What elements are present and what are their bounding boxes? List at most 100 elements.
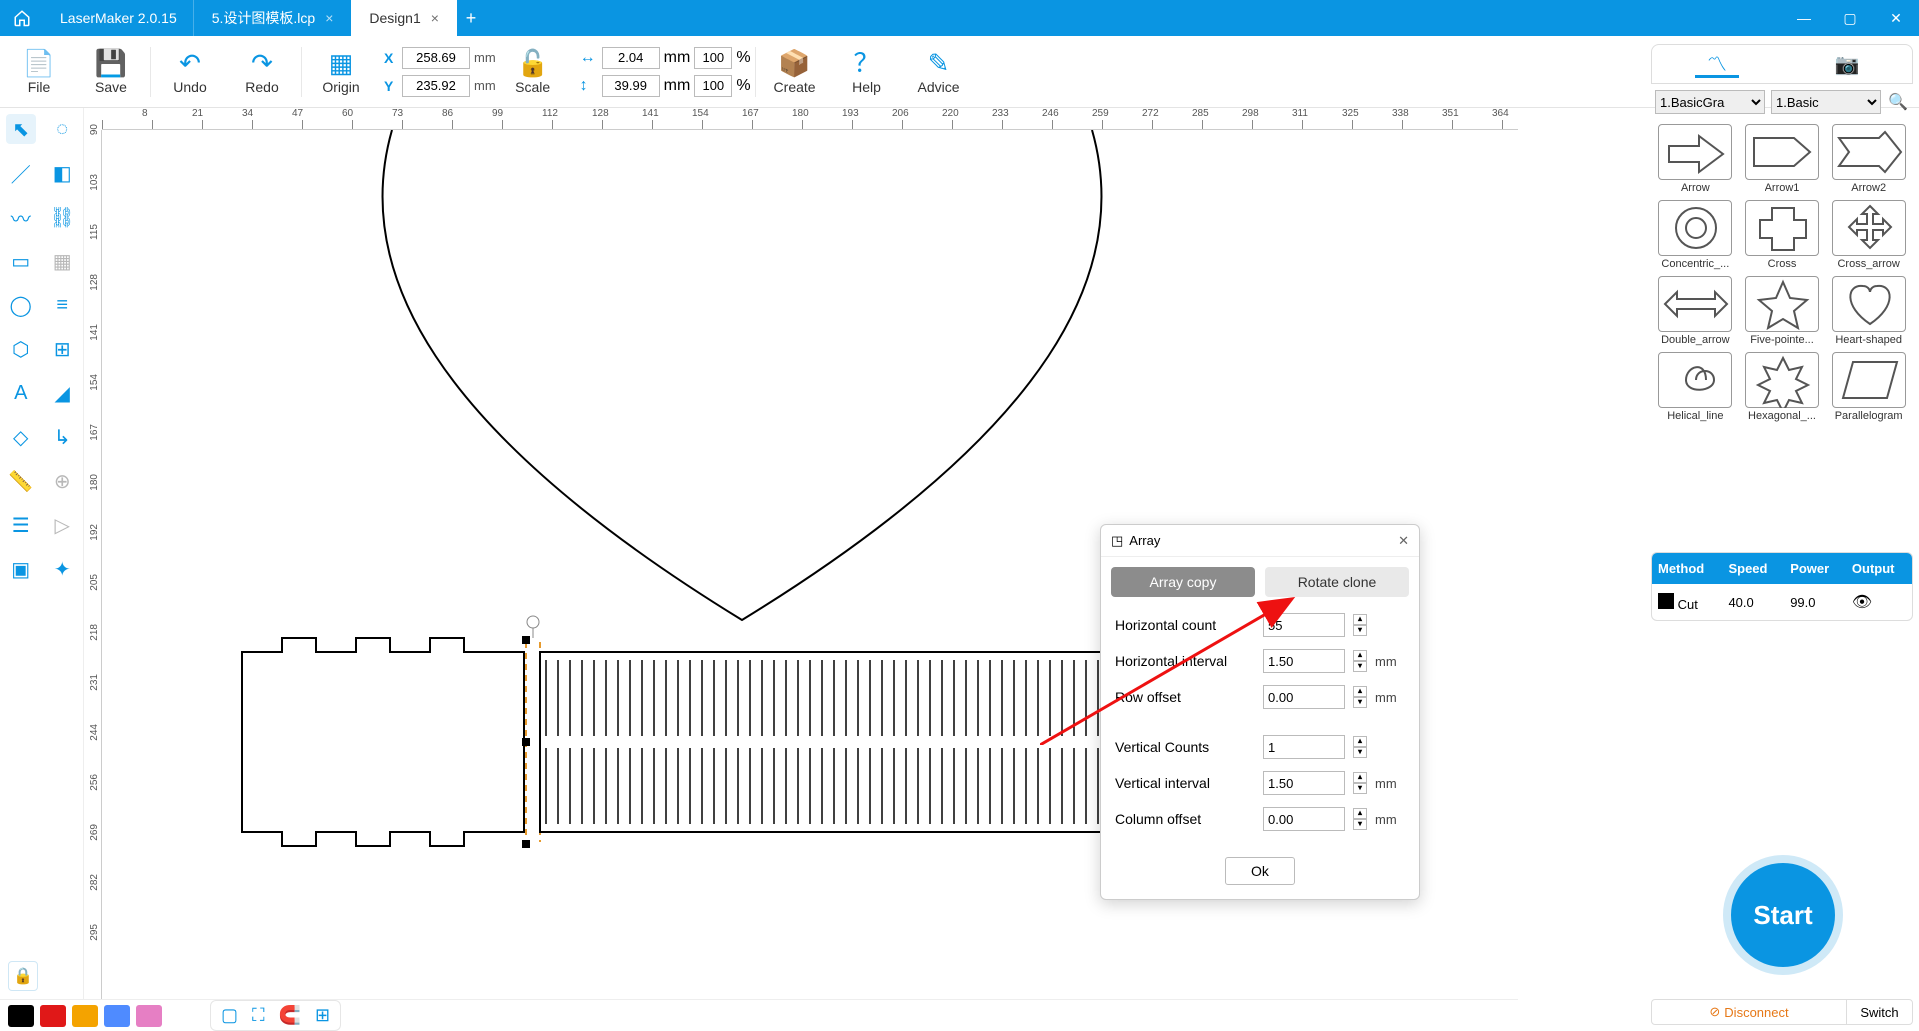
tab-template[interactable]: 5.设计图模板.lcp × [194, 0, 352, 36]
polygon-tool[interactable]: ⬡ [6, 334, 36, 364]
close-button[interactable]: ✕ [1873, 0, 1919, 36]
width-input[interactable] [602, 47, 660, 69]
search-icon[interactable]: 🔍 [1887, 91, 1909, 113]
start-button[interactable]: Start [1723, 855, 1843, 975]
shape-arrow[interactable]: Arrow [1655, 124, 1736, 194]
layers-tool[interactable]: ☰ [6, 510, 36, 540]
color-swatch[interactable] [72, 1005, 98, 1027]
break-tool[interactable]: ⛓ [47, 202, 77, 232]
roff-input[interactable] [1263, 685, 1345, 709]
shape-helical_line[interactable]: Helical_line [1655, 352, 1736, 422]
shape-concentric_...[interactable]: Concentric_... [1655, 200, 1736, 270]
hcount-label: Horizontal count [1115, 617, 1255, 633]
switch-button[interactable]: Switch [1846, 1000, 1912, 1024]
origin-button[interactable]: ▦Origin [306, 39, 376, 105]
select-tool[interactable]: ⬉ [6, 114, 36, 144]
height-pct-input[interactable] [694, 75, 732, 97]
lock-button[interactable]: 🔒 [8, 961, 38, 991]
roff-spinner[interactable]: ▴▾ [1353, 686, 1367, 708]
file-button[interactable]: 📄File [4, 39, 74, 105]
vcount-spinner[interactable]: ▴▾ [1353, 736, 1367, 758]
color-swatch[interactable] [104, 1005, 130, 1027]
shape-cross[interactable]: Cross [1742, 200, 1823, 270]
hcount-spinner[interactable]: ▴▾ [1353, 614, 1367, 636]
home-icon[interactable] [0, 0, 44, 36]
shape-parallelogram[interactable]: Parallelogram [1828, 352, 1909, 422]
line-tool[interactable]: ／ [6, 158, 36, 188]
shape-heart-shaped[interactable]: Heart-shaped [1828, 276, 1909, 346]
hint-input[interactable] [1263, 649, 1345, 673]
minimize-button[interactable]: — [1781, 0, 1827, 36]
category-1-select[interactable]: 1.BasicGra [1655, 90, 1765, 114]
grid-icon[interactable]: ⊞ [315, 1005, 330, 1026]
rect-tool[interactable]: ▭ [6, 246, 36, 276]
shape-arrow1[interactable]: Arrow1 [1742, 124, 1823, 194]
undo-button[interactable]: ↶Undo [155, 39, 225, 105]
shape-five-pointe...[interactable]: Five-pointe... [1742, 276, 1823, 346]
boolean-tool[interactable]: ⊕ [47, 466, 77, 496]
redo-button[interactable]: ↷Redo [227, 39, 297, 105]
color-swatch[interactable] [8, 1005, 34, 1027]
align-tool[interactable]: ≡ [47, 290, 77, 320]
advice-button[interactable]: ✎Advice [904, 39, 974, 105]
help-button[interactable]: ？Help [832, 39, 902, 105]
add-tab-button[interactable]: + [457, 8, 485, 29]
curve-tool[interactable]: 〰 [6, 202, 36, 232]
path-tool[interactable]: ↳ [47, 422, 77, 452]
coff-input[interactable] [1263, 807, 1345, 831]
tab-rotate-clone[interactable]: Rotate clone [1265, 567, 1409, 597]
size-inputs: ↔mm% ↕mm% [580, 47, 751, 97]
dialog-close-icon[interactable]: ✕ [1398, 533, 1409, 549]
library-tab-shapes[interactable]: 〽 [1695, 50, 1739, 78]
shape-double_arrow[interactable]: Double_arrow [1655, 276, 1736, 346]
shape-arrow2[interactable]: Arrow2 [1828, 124, 1909, 194]
vcount-input[interactable] [1263, 735, 1345, 759]
tab-close-icon[interactable]: × [431, 10, 439, 26]
mirror-tool[interactable]: ◢ [47, 378, 77, 408]
shape-library: 〽 📷 1.BasicGra 1.Basic 🔍 ArrowArrow1Arro… [1651, 44, 1913, 426]
height-input[interactable] [602, 75, 660, 97]
vint-input[interactable] [1263, 771, 1345, 795]
y-input[interactable] [402, 75, 470, 97]
spark-tool[interactable]: ✦ [47, 554, 77, 584]
visibility-icon[interactable]: 👁 [1846, 584, 1912, 620]
ellipse-tool[interactable]: ◯ [6, 290, 36, 320]
measure-tool[interactable]: 📏 [6, 466, 36, 496]
maximize-button[interactable]: ▢ [1827, 0, 1873, 36]
shape-cross_arrow[interactable]: Cross_arrow [1828, 200, 1909, 270]
connection-status: ⊘Disconnect Switch [1651, 999, 1913, 1025]
tab-array-copy[interactable]: Array copy [1111, 567, 1255, 597]
save-button[interactable]: 💾Save [76, 39, 146, 105]
ok-button[interactable]: Ok [1225, 857, 1295, 885]
focus-icon[interactable]: ⛶ [252, 1005, 265, 1026]
text-tool[interactable]: A [6, 378, 36, 408]
magnet-icon[interactable]: 🧲 [279, 1005, 301, 1026]
tab-close-icon[interactable]: × [325, 10, 333, 26]
distribute-tool[interactable]: ⊞ [47, 334, 77, 364]
create-button[interactable]: 📦Create [760, 39, 830, 105]
eraser-tool[interactable]: ◇ [6, 422, 36, 452]
coff-spinner[interactable]: ▴▾ [1353, 808, 1367, 830]
disconnect-button[interactable]: ⊘Disconnect [1652, 1000, 1846, 1024]
fill-tool[interactable]: ◧ [47, 158, 77, 188]
color-swatch[interactable] [40, 1005, 66, 1027]
scale-button[interactable]: 🔓Scale [498, 39, 568, 105]
width-pct-input[interactable] [694, 47, 732, 69]
hcount-input[interactable] [1263, 613, 1345, 637]
x-input[interactable] [402, 47, 470, 69]
hint-spinner[interactable]: ▴▾ [1353, 650, 1367, 672]
library-tab-camera[interactable]: 📷 [1825, 50, 1869, 78]
app-name: LaserMaker 2.0.15 [44, 0, 194, 36]
category-2-select[interactable]: 1.Basic [1771, 90, 1881, 114]
group-tool[interactable]: ▦ [47, 246, 77, 276]
color-swatch[interactable] [136, 1005, 162, 1027]
shape-hexagonal_...[interactable]: Hexagonal_... [1742, 352, 1823, 422]
bbox-icon[interactable]: ▢ [221, 1005, 238, 1026]
left-toolbar: ⬉ ／ 〰 ▭ ◯ ⬡ A ◇ 📏 ☰ ▣ ◌ ◧ ⛓ ▦ ≡ ⊞ ◢ ↳ ⊕ … [0, 108, 84, 999]
layer-row[interactable]: Cut 40.0 99.0 👁 [1652, 584, 1912, 620]
array-tool[interactable]: ▷ [47, 510, 77, 540]
vint-spinner[interactable]: ▴▾ [1353, 772, 1367, 794]
tab-design1[interactable]: Design1 × [351, 0, 457, 36]
crop-tool[interactable]: ▣ [6, 554, 36, 584]
marquee-tool[interactable]: ◌ [47, 114, 77, 144]
